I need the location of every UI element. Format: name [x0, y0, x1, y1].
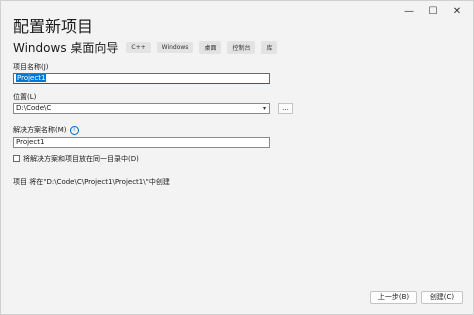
tag-windows: Windows — [156, 42, 194, 53]
template-name: Windows 桌面向导 — [13, 41, 119, 55]
maximize-icon[interactable]: ☐ — [421, 3, 445, 19]
previous-button[interactable]: 上一步(B) — [370, 291, 417, 304]
location-label: 位置(L) — [13, 93, 37, 101]
project-name-label: 项目名称(J) — [13, 63, 49, 71]
tag-console: 控制台 — [227, 41, 256, 54]
project-path-info: 项目 将在"D:\Code\C\Project1\Project1\"中创建 — [13, 178, 170, 186]
close-icon[interactable]: ✕ — [445, 3, 469, 19]
minimize-icon[interactable]: — — [397, 3, 421, 19]
template-header: Windows 桌面向导 C++ Windows 桌面 控制台 库 — [13, 39, 283, 56]
chevron-down-icon[interactable]: ▾ — [263, 104, 266, 113]
configure-project-dialog: 配置新项目 — ☐ ✕ Windows 桌面向导 C++ Windows 桌面 … — [0, 0, 474, 315]
page-title: 配置新项目 — [13, 17, 94, 36]
window-controls: — ☐ ✕ — [397, 3, 469, 19]
solution-name-label: 解决方案名称(M) — [13, 126, 67, 134]
project-name-value: Project1 — [16, 74, 47, 82]
solution-name-value: Project1 — [16, 138, 45, 146]
browse-button[interactable]: ... — [278, 103, 293, 114]
location-value: D:\Code\C — [16, 104, 52, 112]
project-name-input[interactable]: Project1 — [13, 73, 270, 84]
tag-desktop: 桌面 — [199, 41, 222, 54]
tag-cpp: C++ — [126, 42, 151, 53]
solution-name-label-row: 解决方案名称(M) i — [13, 125, 79, 135]
location-combobox[interactable]: D:\Code\C ▾ — [13, 103, 270, 114]
same-directory-label[interactable]: 将解决方案和项目放在同一目录中(D) — [23, 154, 139, 164]
create-button[interactable]: 创建(C) — [421, 291, 463, 304]
info-icon[interactable]: i — [69, 125, 79, 135]
same-directory-checkbox[interactable] — [13, 155, 20, 162]
solution-name-input[interactable]: Project1 — [13, 137, 270, 148]
tag-library: 库 — [261, 41, 278, 54]
